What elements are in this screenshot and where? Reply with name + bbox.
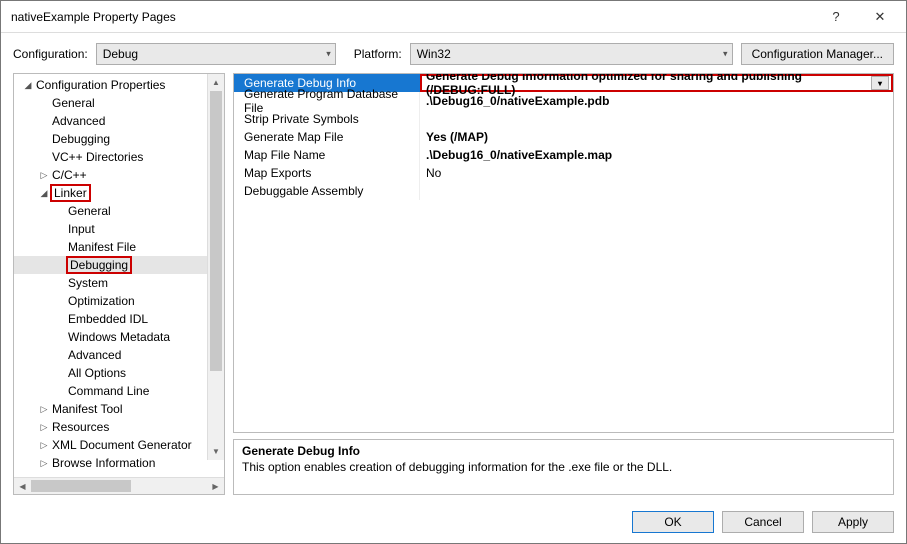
tree-linker-optimization[interactable]: Optimization	[14, 292, 224, 310]
grid-value[interactable]: No	[420, 164, 893, 182]
dialog-buttons: OK Cancel Apply	[1, 503, 906, 543]
tree-vcpp[interactable]: VC++ Directories	[14, 148, 224, 166]
titlebar: nativeExample Property Pages ? ✕	[1, 1, 906, 33]
scroll-down-icon[interactable]: ▼	[208, 443, 224, 460]
grid-value[interactable]: .\Debug16_0/nativeExample.map	[420, 146, 893, 164]
tree-root[interactable]: ◢ Configuration Properties	[14, 76, 224, 94]
configuration-value: Debug	[103, 47, 138, 61]
body: ◢ Configuration Properties General Advan…	[1, 73, 906, 503]
description-text: This option enables creation of debuggin…	[242, 460, 885, 474]
grid-name: Strip Private Symbols	[234, 110, 420, 128]
collapse-arrow-icon: ▷	[38, 458, 50, 469]
window-title: nativeExample Property Pages	[11, 10, 814, 24]
chevron-down-icon: ▾	[326, 49, 331, 60]
chevron-down-icon: ▾	[878, 79, 882, 88]
scroll-thumb[interactable]	[31, 480, 131, 492]
tree-linker-win-metadata[interactable]: Windows Metadata	[14, 328, 224, 346]
tree-xml-doc[interactable]: ▷ XML Document Generator	[14, 436, 224, 454]
tree-linker-manifest[interactable]: Manifest File	[14, 238, 224, 256]
apply-button[interactable]: Apply	[812, 511, 894, 533]
tree-linker-all-options[interactable]: All Options	[14, 364, 224, 382]
tree-linker-embedded-idl[interactable]: Embedded IDL	[14, 310, 224, 328]
tree-linker[interactable]: ◢ Linker	[14, 184, 224, 202]
grid-name: Generate Program Database File	[234, 92, 420, 110]
scroll-left-icon[interactable]: ◀	[14, 478, 31, 494]
collapse-arrow-icon: ▷	[38, 170, 50, 181]
configuration-manager-button[interactable]: Configuration Manager...	[741, 43, 894, 65]
chevron-down-icon: ▾	[723, 49, 728, 60]
tree-general[interactable]: General	[14, 94, 224, 112]
grid-row-map-exports[interactable]: Map Exports No	[234, 164, 893, 182]
horizontal-scrollbar[interactable]: ◀ ▶	[14, 477, 224, 494]
ok-button[interactable]: OK	[632, 511, 714, 533]
description-panel: Generate Debug Info This option enables …	[233, 439, 894, 495]
help-button[interactable]: ?	[814, 2, 858, 32]
dropdown-button[interactable]: ▾	[871, 76, 889, 90]
grid-value[interactable]	[420, 182, 893, 200]
tree-cpp[interactable]: ▷ C/C++	[14, 166, 224, 184]
tree-resources[interactable]: ▷ Resources	[14, 418, 224, 436]
collapse-arrow-icon: ▷	[38, 422, 50, 433]
grid-row-pdb-file[interactable]: Generate Program Database File .\Debug16…	[234, 92, 893, 110]
tree-linker-input[interactable]: Input	[14, 220, 224, 238]
tree-advanced[interactable]: Advanced	[14, 112, 224, 130]
platform-label: Platform:	[354, 47, 402, 61]
expand-arrow-icon: ◢	[22, 80, 34, 91]
grid-value[interactable]	[420, 110, 893, 128]
tree-debugging[interactable]: Debugging	[14, 130, 224, 148]
tree-linker-cmdline[interactable]: Command Line	[14, 382, 224, 400]
tree-linker-advanced[interactable]: Advanced	[14, 346, 224, 364]
tree-linker-debugging[interactable]: Debugging	[14, 256, 224, 274]
collapse-arrow-icon: ▷	[38, 440, 50, 451]
grid-row-debuggable-asm[interactable]: Debuggable Assembly	[234, 182, 893, 200]
tree-scroll[interactable]: ◢ Configuration Properties General Advan…	[14, 74, 224, 477]
tree-manifest-tool[interactable]: ▷ Manifest Tool	[14, 400, 224, 418]
scroll-thumb[interactable]	[210, 91, 222, 371]
right-panel: Generate Debug Info Generate Debug Infor…	[233, 73, 894, 495]
scroll-up-icon[interactable]: ▲	[208, 74, 224, 91]
tree-browse-info[interactable]: ▷ Browse Information	[14, 454, 224, 472]
platform-combo[interactable]: Win32 ▾	[410, 43, 733, 65]
grid-name: Map File Name	[234, 146, 420, 164]
grid-row-strip-private[interactable]: Strip Private Symbols	[234, 110, 893, 128]
platform-value: Win32	[417, 47, 451, 61]
collapse-arrow-icon: ▷	[38, 404, 50, 415]
tree-panel: ◢ Configuration Properties General Advan…	[13, 73, 225, 495]
config-toolbar: Configuration: Debug ▾ Platform: Win32 ▾…	[1, 33, 906, 73]
scroll-right-icon[interactable]: ▶	[207, 478, 224, 494]
grid-value[interactable]: Yes (/MAP)	[420, 128, 893, 146]
grid-name: Debuggable Assembly	[234, 182, 420, 200]
property-grid: Generate Debug Info Generate Debug Infor…	[233, 73, 894, 433]
vertical-scrollbar[interactable]: ▲ ▼	[207, 74, 224, 460]
grid-name: Generate Map File	[234, 128, 420, 146]
configuration-label: Configuration:	[13, 47, 88, 61]
tree-linker-system[interactable]: System	[14, 274, 224, 292]
property-pages-window: nativeExample Property Pages ? ✕ Configu…	[0, 0, 907, 544]
cancel-button[interactable]: Cancel	[722, 511, 804, 533]
close-button[interactable]: ✕	[858, 2, 902, 32]
grid-value[interactable]: Generate Debug Information optimized for…	[420, 74, 893, 92]
grid-row-gen-map[interactable]: Generate Map File Yes (/MAP)	[234, 128, 893, 146]
description-title: Generate Debug Info	[242, 444, 885, 458]
expand-arrow-icon: ◢	[38, 188, 50, 199]
tree-linker-general[interactable]: General	[14, 202, 224, 220]
grid-row-map-name[interactable]: Map File Name .\Debug16_0/nativeExample.…	[234, 146, 893, 164]
grid-value[interactable]: .\Debug16_0/nativeExample.pdb	[420, 92, 893, 110]
grid-name: Map Exports	[234, 164, 420, 182]
configuration-combo[interactable]: Debug ▾	[96, 43, 336, 65]
